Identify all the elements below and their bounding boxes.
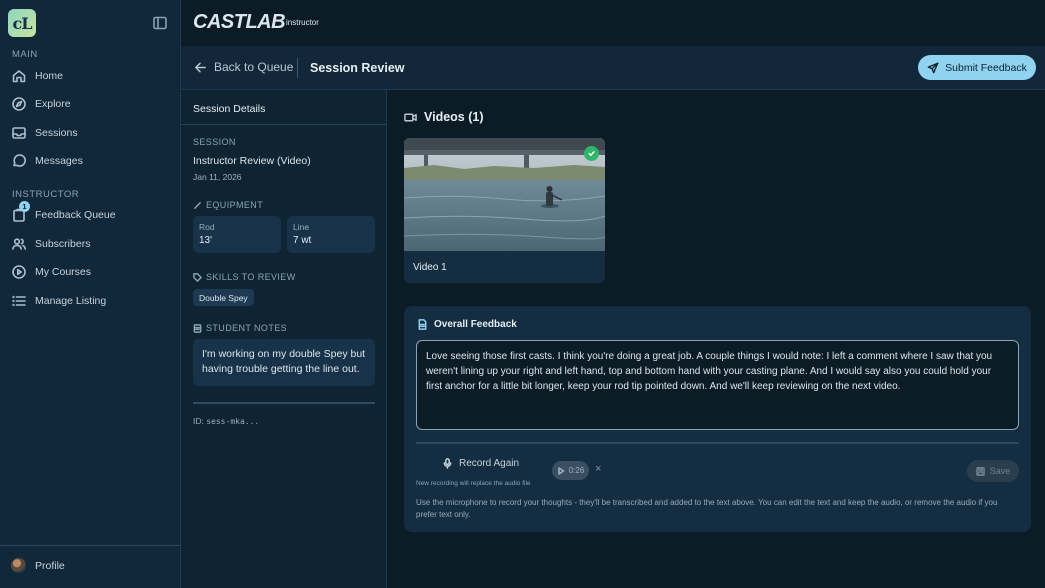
sidebar-item-messages[interactable]: Messages (11, 150, 83, 172)
sidebar-item-label: Feedback Queue (35, 209, 116, 221)
sidebar-item-label: Home (35, 70, 64, 82)
submit-feedback-button[interactable]: Submit Feedback (918, 55, 1036, 80)
back-label: Back to Queue (214, 60, 294, 74)
session-date: Jan 11, 2026 (193, 172, 242, 182)
chat-icon (11, 153, 27, 169)
list-icon (11, 293, 27, 309)
brand-subtitle: instructor (286, 18, 319, 27)
sidebar-item-home[interactable]: Home (11, 65, 63, 87)
rod-card: Rod 13' (193, 216, 281, 253)
rod-label: Rod (199, 222, 215, 232)
skill-tag: Double Spey (193, 289, 254, 306)
check-circle-icon (584, 146, 599, 161)
header-divider (297, 58, 298, 78)
sidebar-item-manage-listing[interactable]: Manage Listing (11, 290, 106, 312)
compass-icon (11, 96, 27, 112)
save-icon (975, 466, 985, 476)
video-card[interactable]: Video 1 (404, 138, 605, 283)
save-button[interactable]: Save (967, 460, 1019, 482)
record-note: New recording will replace the audio fil… (416, 480, 531, 487)
overall-feedback-card: Overall Feedback Love seeing those first… (404, 306, 1031, 532)
divider (416, 442, 1019, 444)
student-notes: I'm working on my double Spey but having… (193, 339, 375, 386)
back-to-queue-link[interactable]: Back to Queue (194, 60, 293, 74)
sidebar-item-label: Messages (35, 155, 83, 167)
sidebar-item-explore[interactable]: Explore (11, 93, 71, 115)
sidebar-item-feedback-queue[interactable]: 1 Feedback Queue (11, 201, 116, 226)
session-details-panel: Session Details SESSION Instructor Revie… (181, 90, 387, 588)
line-value: 7 wt (293, 235, 312, 246)
app-logo[interactable]: cL (8, 9, 36, 37)
tag-icon (193, 272, 202, 282)
sidebar-item-label: Manage Listing (35, 295, 107, 307)
rod-value: 13' (199, 235, 213, 246)
home-icon (11, 68, 27, 84)
record-again-button[interactable]: Record Again (442, 458, 519, 469)
line-label: Line (293, 222, 310, 232)
inbox-icon (11, 125, 27, 141)
sidebar-item-profile[interactable]: Profile (11, 558, 65, 573)
audio-play-button[interactable]: 0:26 (552, 461, 589, 480)
instructor-section-label: INSTRUCTOR (12, 189, 80, 200)
profile-label: Profile (35, 559, 65, 572)
page-header: Back to Queue Session Review Submit Feed… (181, 46, 1045, 90)
sidebar-item-label: Explore (35, 98, 71, 110)
session-details-heading: Session Details (193, 103, 266, 115)
sidebar-item-label: Sessions (35, 127, 78, 139)
line-card: Line 7 wt (287, 216, 375, 253)
student-notes-label: STUDENT NOTES (193, 323, 287, 333)
feedback-count-badge: 1 (19, 201, 30, 212)
microphone-icon (442, 458, 453, 469)
sidebar-divider (0, 545, 181, 546)
divider (193, 402, 375, 404)
arrow-left-icon (194, 61, 207, 74)
video-camera-icon (404, 111, 417, 124)
avatar (11, 558, 26, 573)
sidebar-item-my-courses[interactable]: My Courses (11, 261, 91, 283)
page-title: Session Review (310, 61, 405, 75)
feedback-textarea[interactable]: Love seeing those first casts. I think y… (416, 340, 1019, 430)
video-thumbnail[interactable] (404, 138, 605, 251)
session-id: ID: sess-mka... (193, 416, 260, 426)
top-bar: CASTLAB instructor (181, 0, 1045, 46)
audio-duration: 0:26 (568, 466, 585, 475)
skills-label: SKILLS TO REVIEW (193, 272, 296, 282)
play-circle-icon (11, 264, 27, 280)
users-icon (11, 236, 27, 252)
session-name: Instructor Review (Video) (193, 155, 311, 167)
clipboard-icon: 1 (11, 201, 30, 223)
sidebar-item-subscribers[interactable]: Subscribers (11, 233, 90, 255)
play-icon (557, 466, 565, 475)
sidebar-toggle-icon[interactable] (152, 15, 168, 31)
equipment-label: EQUIPMENT (193, 200, 263, 210)
videos-heading: Videos (1) (404, 110, 484, 124)
remove-audio-button[interactable]: × (595, 463, 601, 475)
divider (181, 124, 386, 125)
brand-logo: CASTLAB (193, 11, 286, 33)
send-icon (927, 62, 939, 74)
sidebar-item-sessions[interactable]: Sessions (11, 122, 78, 144)
microphone-help-text: Use the microphone to record your though… (416, 498, 998, 519)
document-icon (417, 319, 428, 330)
wrench-icon (193, 201, 202, 210)
sidebar: cL MAIN Home Explore Sessions Messages I… (0, 0, 181, 588)
main-section-label: MAIN (12, 49, 38, 60)
session-label: SESSION (193, 137, 236, 147)
sidebar-item-label: Subscribers (35, 238, 91, 250)
submit-label: Submit Feedback (945, 61, 1027, 74)
video-label: Video 1 (413, 262, 447, 273)
document-icon (193, 323, 202, 333)
sidebar-item-label: My Courses (35, 266, 92, 278)
overall-feedback-heading: Overall Feedback (417, 319, 517, 330)
